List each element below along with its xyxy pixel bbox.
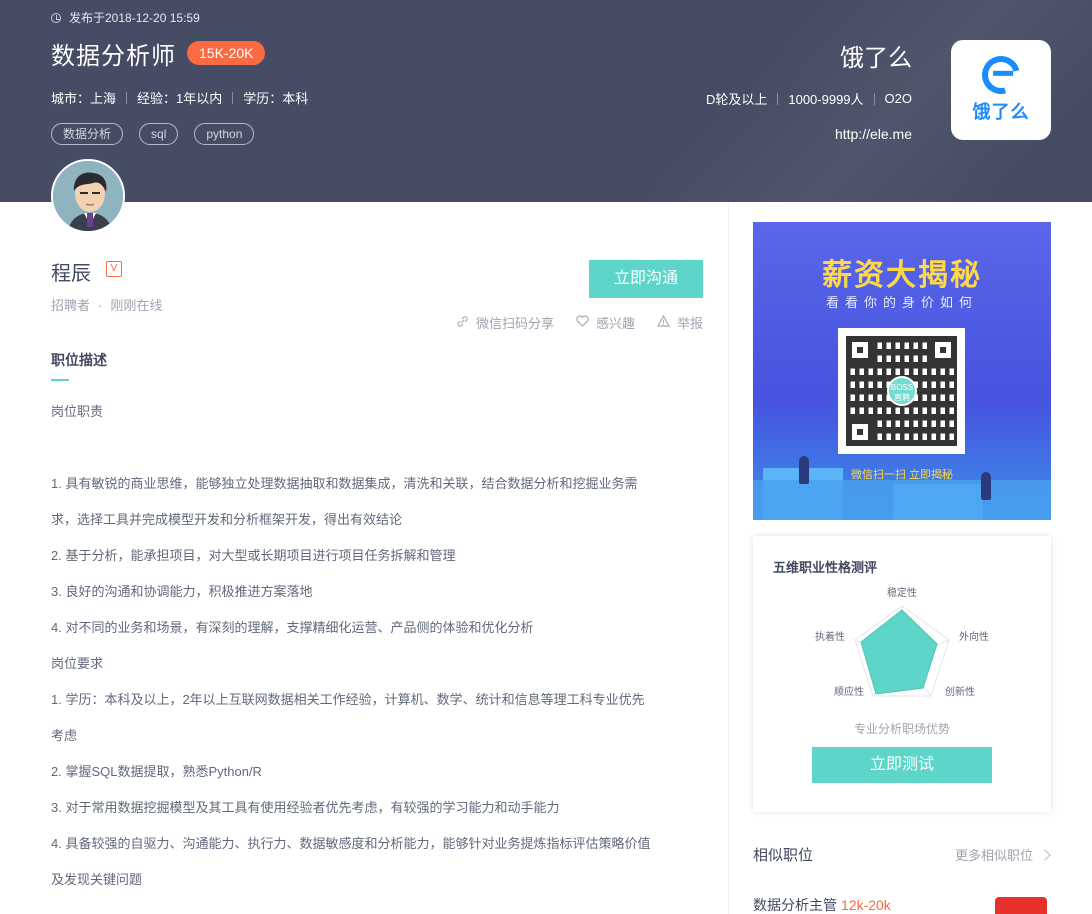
job-meta-experience: 经验：1年以内 — [137, 91, 223, 106]
publish-time: 发布于2018-12-20 15:59 — [51, 9, 200, 26]
more-similar-jobs-link[interactable]: 更多相似职位 — [954, 845, 1051, 864]
description-line: 求，选择工具并完成模型开发和分析框架开发，得出有效结论 — [51, 512, 403, 527]
more-similar-label: 更多相似职位 — [954, 848, 1033, 863]
personality-test-card: 五维职业性格测评 稳定性 外向性 创新性 顺应性 执着性 专业分析职场优势 立即… — [753, 536, 1051, 812]
job-meta-education: 学历：本科 — [243, 91, 309, 106]
description-line: 4. 对不同的业务和场景，有深刻的理解，支撑精细化运营、产品侧的体验和优化分析 — [51, 620, 534, 635]
description-line — [51, 430, 711, 466]
job-title: 数据分析师 — [51, 43, 176, 70]
warning-icon — [657, 314, 671, 330]
description-line: 2. 基于分析，能承担项目，对大型或长期项目进行项目任务拆解和管理 — [51, 548, 456, 563]
wechat-share-button[interactable]: 微信扫码分享 — [456, 313, 554, 332]
report-button[interactable]: 举报 — [657, 313, 703, 332]
link-icon — [456, 315, 470, 331]
company-logo[interactable]: 饿了么 — [951, 40, 1051, 140]
test-caption: 专业分析职场优势 — [853, 722, 950, 736]
qr-finder — [846, 336, 874, 364]
chat-now-button[interactable]: 立即沟通 — [589, 260, 703, 298]
similar-job-salary: 12k-20k — [841, 897, 891, 913]
skill-tag: sql — [139, 123, 179, 145]
company-url[interactable]: http://ele.me — [835, 126, 912, 142]
promo-ground — [753, 480, 1051, 520]
eleme-logo-icon — [975, 49, 1027, 101]
interested-label: 感兴趣 — [595, 316, 635, 331]
status-separator: · — [98, 298, 103, 313]
promo-title: 薪资大揭秘 — [822, 259, 982, 292]
divider — [232, 91, 234, 104]
avatar-illustration — [53, 161, 123, 231]
heart-icon — [576, 315, 590, 330]
promo-cta: 微信扫一扫 立即揭秘 — [850, 469, 954, 481]
job-description-heading: 职位描述 — [51, 352, 107, 368]
test-title: 五维职业性格测评 — [773, 560, 878, 575]
heading-underline — [51, 379, 69, 381]
promo-subtitle: 看看你的身价如何 — [825, 295, 978, 310]
description-line: 3. 对于常用数据挖掘模型及其工具有使用经验者优先考虑，有较强的学习能力和动手能… — [51, 800, 560, 815]
recruiter-name: 程辰 — [51, 263, 91, 285]
salary-promo-banner[interactable]: 薪资大揭秘 看看你的身价如何 BOSS直聘 微信扫一扫 立即揭秘 — [753, 222, 1051, 520]
description-line: 及发现关键问题 — [51, 872, 143, 887]
job-header-banner: 发布于2018-12-20 15:59 数据分析师 15K-20K 城市：上海 … — [0, 0, 1092, 202]
similar-job-item[interactable]: 数据分析主管 12k-20k — [753, 895, 891, 914]
qr-code[interactable]: BOSS直聘 — [838, 328, 965, 454]
job-meta: 城市：上海 经验：1年以内 学历：本科 — [51, 88, 308, 107]
company-meta: D轮及以上 1000-9999人 O2O — [706, 89, 912, 108]
skill-tags: 数据分析 sql python — [51, 123, 270, 145]
radar-label-stability: 稳定性 — [887, 586, 917, 599]
qr-finder — [846, 418, 874, 446]
description-line: 2. 掌握SQL数据提取，熟悉Python/R — [51, 764, 262, 779]
job-actions: 微信扫码分享 感兴趣 举报 — [434, 313, 703, 332]
job-description: 岗位职责 1. 具有敏锐的商业思维，能够独立处理数据抽取和数据集成，清洗和关联，… — [51, 394, 711, 898]
similar-job-company-logo[interactable] — [995, 897, 1047, 914]
radar-label-persistence: 执着性 — [815, 630, 845, 643]
description-line: 考虑 — [51, 728, 78, 743]
column-divider — [728, 202, 729, 914]
interested-button[interactable]: 感兴趣 — [576, 313, 635, 332]
recruiter-avatar[interactable] — [51, 159, 125, 233]
divider — [777, 92, 779, 105]
qr-finder — [929, 336, 957, 364]
wechat-share-label: 微信扫码分享 — [475, 316, 554, 331]
company-funding: D轮及以上 — [705, 92, 768, 107]
clock-icon — [51, 12, 61, 23]
publish-time-text: 发布于2018-12-20 15:59 — [69, 11, 200, 25]
chevron-right-icon — [1039, 848, 1051, 861]
job-meta-city: 城市：上海 — [51, 91, 117, 106]
company-size: 1000-9999人 — [788, 92, 864, 107]
qr-pattern: BOSS直聘 — [846, 336, 957, 446]
description-line: 3. 良好的沟通和协调能力，积极推进方案落地 — [51, 584, 313, 599]
description-line: 1. 学历：本科及以上，2年以上互联网数据相关工作经验，计算机、数学、统计和信息… — [51, 692, 645, 707]
divider — [873, 92, 875, 105]
description-line: 4. 具备较强的自驱力、沟通能力、执行力、数据敏感度和分析能力，能够针对业务提炼… — [51, 836, 651, 851]
radar-label-extraversion: 外向性 — [959, 630, 989, 643]
company-industry: O2O — [884, 91, 912, 106]
report-label: 举报 — [676, 316, 703, 331]
radar-label-compliance: 顺应性 — [834, 685, 864, 698]
company-logo-text: 饿了么 — [972, 102, 1030, 122]
description-line: 1. 具有敏锐的商业思维，能够独立处理数据抽取和数据集成，清洗和关联，结合数据分… — [51, 476, 638, 491]
divider — [126, 91, 128, 104]
radar-label-innovation: 创新性 — [945, 685, 975, 698]
skill-tag: 数据分析 — [51, 123, 124, 145]
boss-logo-icon: BOSS直聘 — [887, 376, 917, 406]
similar-jobs-heading: 相似职位 — [753, 847, 814, 864]
start-test-button[interactable]: 立即测试 — [812, 747, 992, 783]
company-name[interactable]: 饿了么 — [840, 38, 912, 73]
verified-badge-icon: V — [106, 261, 122, 277]
similar-job-title: 数据分析主管 — [753, 897, 837, 913]
skill-tag: python — [194, 123, 255, 145]
recruiter-status: 招聘者 · 刚刚在线 — [51, 295, 162, 314]
recruiter-role: 招聘者 — [51, 298, 91, 313]
description-line: 岗位职责 — [51, 404, 104, 419]
salary-badge: 15K-20K — [187, 41, 266, 65]
description-line: 岗位要求 — [51, 656, 104, 671]
online-status: 刚刚在线 — [110, 298, 163, 313]
